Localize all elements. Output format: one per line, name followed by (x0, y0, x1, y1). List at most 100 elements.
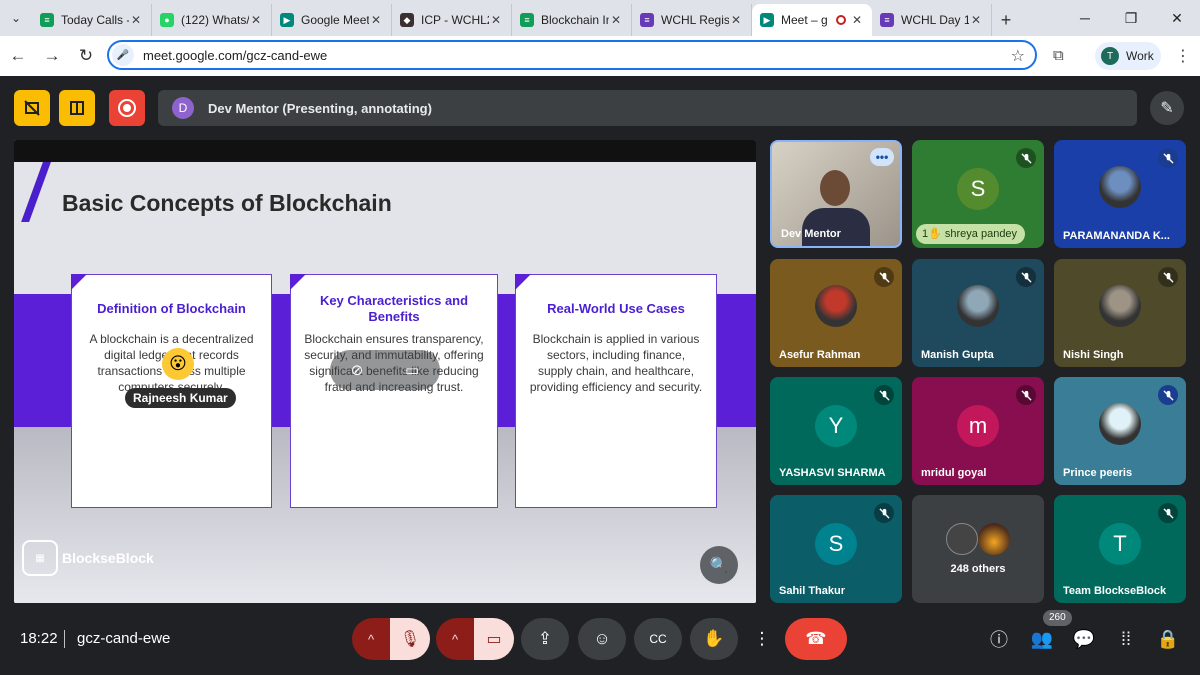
reload-icon[interactable]: ↻ (70, 40, 102, 72)
minimize-icon[interactable]: ─ (1062, 0, 1108, 36)
browser-tab[interactable]: ▶ Google Meet ✕ (272, 4, 392, 36)
forward-icon[interactable]: → (36, 40, 68, 72)
more-options-icon[interactable]: ⋮ (746, 618, 778, 660)
browser-tab[interactable]: ◆ ICP - WCHL2 ✕ (392, 4, 512, 36)
browser-tab[interactable]: ▶ Meet – g ✕ (752, 4, 872, 36)
new-tab-button[interactable]: + (992, 4, 1020, 36)
browser-tab[interactable]: ≡ Blockchain In ✕ (512, 4, 632, 36)
participant-avatar: S (957, 168, 999, 210)
annotate-pen-icon[interactable]: ✎ (1150, 91, 1184, 125)
tab-title: Blockchain In (541, 13, 609, 27)
participant-tile[interactable]: m mridul goyal (912, 377, 1044, 485)
participant-photo (1099, 166, 1141, 208)
others-avatar-photo (978, 523, 1010, 555)
window-controls: ─ ❐ ✕ (1062, 0, 1200, 36)
forms-icon: ≡ (880, 13, 894, 27)
close-tab-icon[interactable]: ✕ (129, 13, 143, 27)
meeting-info-icon[interactable]: ⓘ (986, 626, 1012, 652)
mic-muted-icon (1158, 385, 1178, 405)
close-window-icon[interactable]: ✕ (1154, 0, 1200, 36)
camera-off-icon[interactable]: ▭ (474, 618, 514, 660)
participant-photo (815, 285, 857, 327)
address-bar[interactable]: 🎤 meet.google.com/gcz-cand-ewe ☆ (107, 40, 1037, 70)
card-corner (71, 274, 87, 290)
profile-avatar: T (1101, 47, 1119, 65)
chat-icon[interactable]: 💬 (1071, 626, 1097, 652)
participant-tile[interactable]: Nishi Singh (1054, 259, 1186, 367)
mic-muted-icon (874, 385, 894, 405)
mic-off-icon[interactable]: 🎙 (390, 618, 430, 660)
current-time: 18:22 (20, 630, 58, 647)
browser-tab[interactable]: ≡ WCHL Regist ✕ (632, 4, 752, 36)
presentation-overlay-controls[interactable]: ⊘ ▭ (330, 350, 440, 390)
forms-icon: ≡ (640, 13, 654, 27)
share-screen-icon[interactable]: ▭ (405, 361, 419, 379)
mic-muted-icon (874, 503, 894, 523)
people-icon[interactable]: 👥 (1029, 626, 1055, 652)
captions-icon[interactable]: CC (634, 618, 682, 660)
recording-icon[interactable] (109, 90, 145, 126)
layout-icon[interactable] (59, 90, 95, 126)
participant-tile[interactable]: S Sahil Thakur (770, 495, 902, 603)
stop-annotation-icon[interactable] (14, 90, 50, 126)
whatsapp-icon: ● (160, 13, 174, 27)
meet-top-bar: D Dev Mentor (Presenting, annotating) ✎ (0, 76, 1200, 138)
card-characteristics: Key Characteristics and Benefits Blockch… (290, 274, 498, 508)
activities-icon[interactable]: ⁞⁞ (1113, 626, 1139, 652)
close-tab-icon[interactable]: ✕ (249, 13, 263, 27)
browser-tab[interactable]: ≡ Today Calls - ✕ (32, 4, 152, 36)
participant-tile[interactable]: Manish Gupta (912, 259, 1044, 367)
close-tab-icon[interactable]: ✕ (850, 13, 864, 27)
profile-button[interactable]: T Work (1095, 42, 1161, 70)
restore-icon[interactable]: ❐ (1108, 0, 1154, 36)
participant-tile[interactable]: 248 others (912, 495, 1044, 603)
participant-tile[interactable]: T Team BlockseBlock (1054, 495, 1186, 603)
zoom-icon[interactable]: 🔍 (700, 546, 738, 584)
raised-hand-badge: 1✋ shreya pandey (916, 224, 1026, 244)
presenter-bar: D Dev Mentor (Presenting, annotating) (158, 90, 1137, 126)
extensions-icon[interactable]: ⧉ (1053, 47, 1064, 64)
participant-tile[interactable]: PARAMANANDA K... (1054, 140, 1186, 248)
present-screen-icon[interactable]: ⇪ (521, 618, 569, 660)
camera-options-chevron-icon[interactable]: ^ (436, 618, 474, 660)
close-tab-icon[interactable]: ✕ (969, 13, 983, 27)
logo-text: BlockseBlock (62, 550, 154, 566)
mic-muted-icon (1016, 267, 1036, 287)
site-info-icon[interactable]: 🎤 (112, 44, 134, 66)
participant-tile[interactable]: Asefur Rahman (770, 259, 902, 367)
participant-tile[interactable]: ••• Dev Mentor (770, 140, 902, 248)
participant-name: 248 others (950, 563, 1006, 575)
close-tab-icon[interactable]: ✕ (729, 13, 743, 27)
close-tab-icon[interactable]: ✕ (609, 13, 623, 27)
tile-more-options-icon[interactable]: ••• (870, 148, 894, 166)
participant-tile[interactable]: S 1✋ shreya pandey (912, 140, 1044, 248)
mic-muted-icon (874, 267, 894, 287)
participant-name: Asefur Rahman (779, 349, 861, 361)
browser-tab[interactable]: ≡ WCHL Day 1 ✕ (872, 4, 992, 36)
people-count-badge: 260 (1043, 610, 1072, 626)
leave-call-icon[interactable]: ☎ (785, 618, 847, 660)
back-icon[interactable]: ← (2, 40, 34, 72)
raise-hand-icon[interactable]: ✋ (690, 618, 738, 660)
mic-options-chevron-icon[interactable]: ^ (352, 618, 390, 660)
stop-share-icon[interactable]: ⊘ (351, 361, 364, 379)
card-corner (290, 274, 306, 290)
sheets-icon: ≡ (40, 13, 54, 27)
recording-indicator-icon (836, 15, 846, 25)
hand-icon: ✋ (928, 228, 945, 240)
participant-name: Nishi Singh (1063, 349, 1124, 361)
participant-name: shreya pandey (944, 228, 1018, 240)
host-controls-icon[interactable]: 🔒 (1155, 626, 1181, 652)
browser-menu-icon[interactable]: ⋮ (1175, 46, 1191, 66)
participant-tile[interactable]: Prince peeris (1054, 377, 1186, 485)
emoji-reaction-icon[interactable]: ☺ (578, 618, 626, 660)
close-tab-icon[interactable]: ✕ (369, 13, 383, 27)
tab-search-chevron-icon[interactable]: ⌄ (0, 0, 32, 36)
participant-tile[interactable]: Y YASHASVI SHARMA (770, 377, 902, 485)
browser-tab[interactable]: ● (122) Whats/✕ (152, 4, 272, 36)
close-tab-icon[interactable]: ✕ (489, 13, 503, 27)
presenter-status: Dev Mentor (Presenting, annotating) (208, 100, 432, 116)
bookmark-star-icon[interactable]: ☆ (1011, 46, 1025, 66)
participant-name: YASHASVI SHARMA (779, 467, 886, 479)
blocks-logo-icon: ▦ (22, 540, 58, 576)
